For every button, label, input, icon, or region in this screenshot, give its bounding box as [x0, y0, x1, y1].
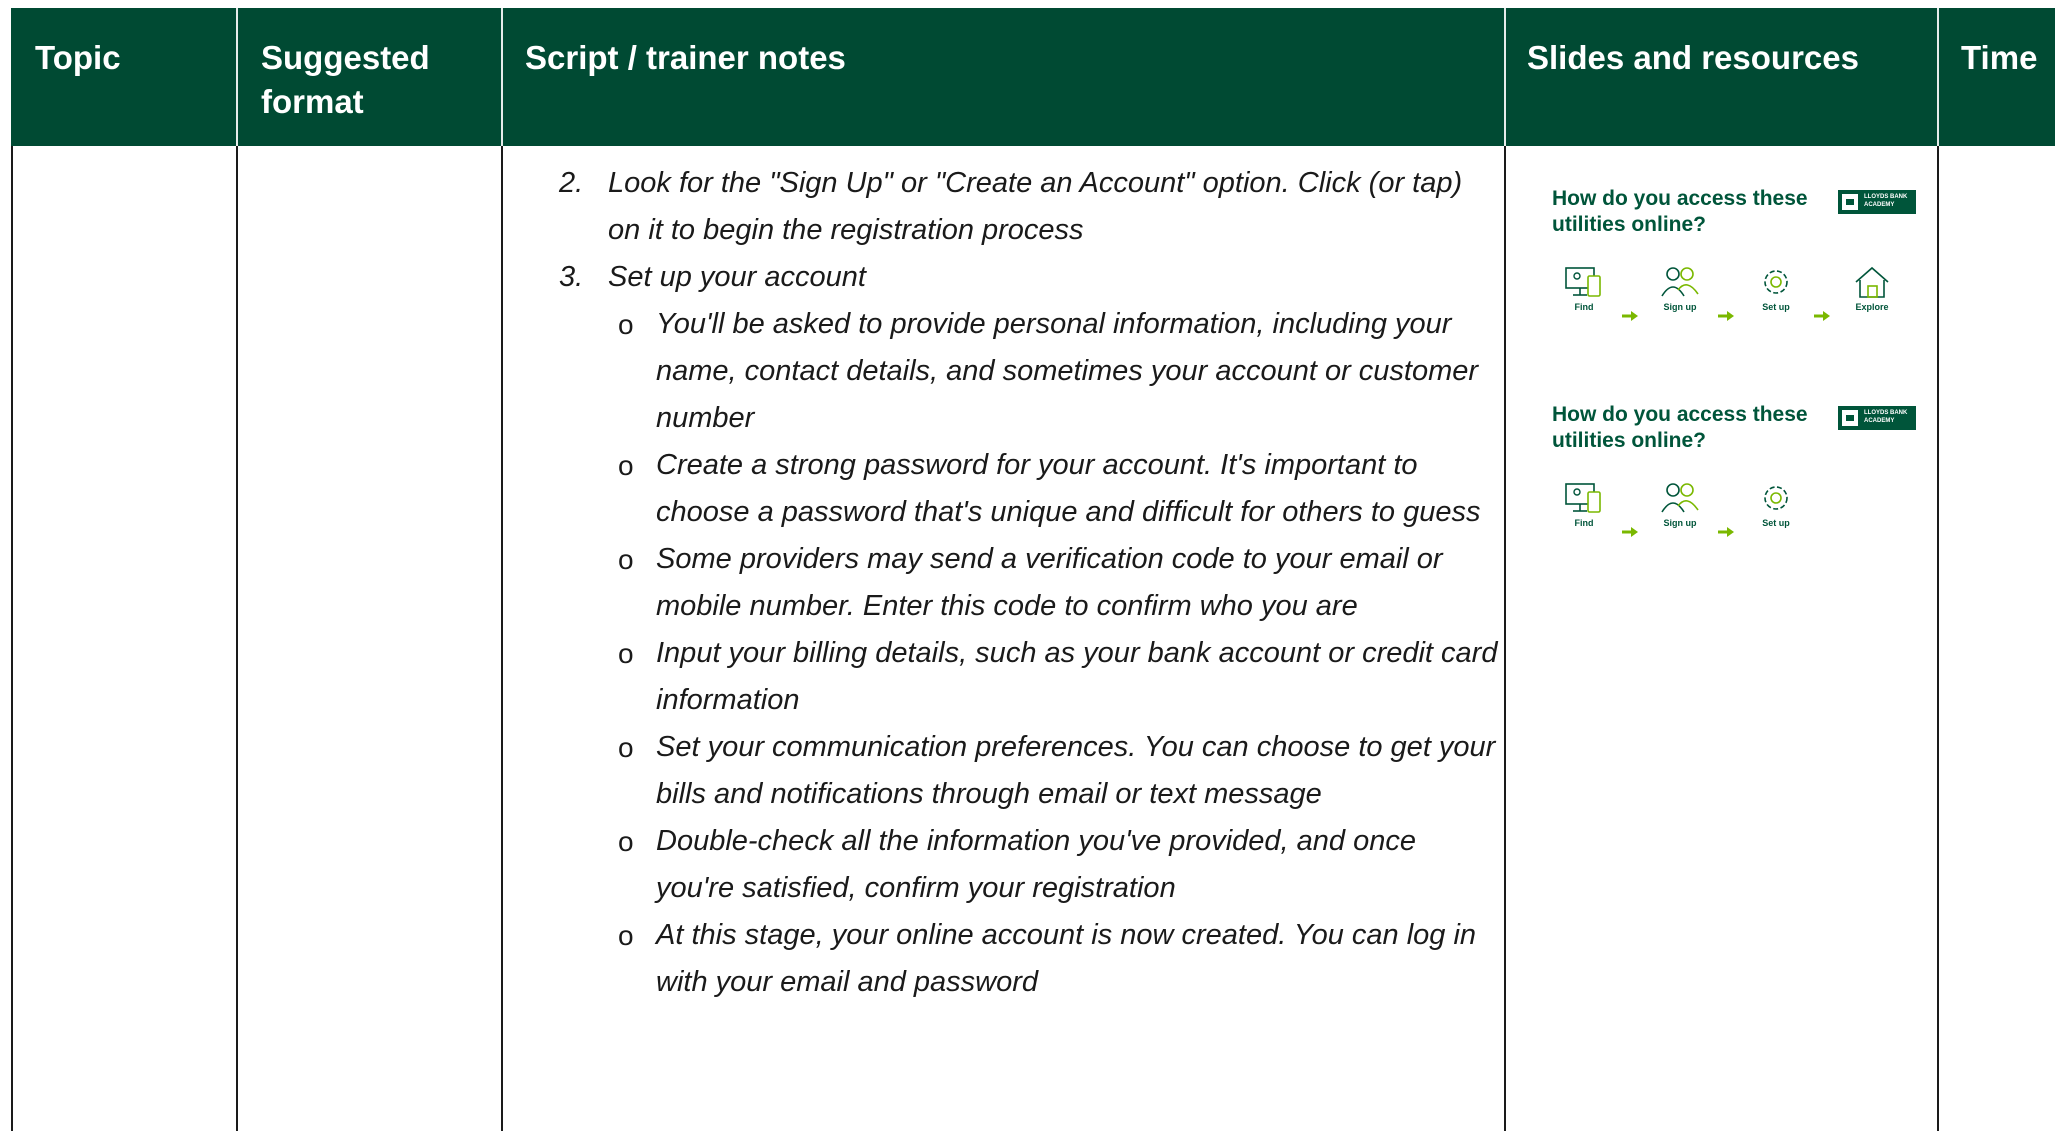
header-divider	[501, 8, 503, 146]
step-label: Find	[1574, 302, 1594, 312]
step-text: Look for the "Sign Up" or "Create an Acc…	[608, 167, 1463, 246]
sub-list: o You'll be asked to provide personal inf…	[608, 301, 1499, 1006]
list-item-text: Set your communication preferences. You …	[656, 731, 1496, 810]
header-slides-resources: Slides and resources	[1527, 39, 1859, 76]
slide-title: How do you access these utilities online…	[1552, 187, 1808, 236]
numbered-step: 3. Set up your account	[559, 254, 1499, 301]
list-item-text: Some providers may send a verification c…	[656, 543, 1443, 622]
step-number: 3.	[559, 261, 584, 293]
process-step: Sign up	[1652, 264, 1708, 312]
arrow-right-icon	[1622, 308, 1638, 321]
column-divider	[1504, 146, 1506, 1131]
list-item-text: You'll be asked to provide personal info…	[656, 308, 1479, 434]
bullet-marker: o	[618, 920, 634, 951]
list-item-text: Input your billing details, such as your…	[656, 637, 1498, 716]
gear-icon	[1748, 480, 1804, 516]
lloyds-bank-logo: LLOYDS BANK ACADEMY	[1838, 406, 1916, 430]
list-item: o Some providers may send a verification …	[608, 536, 1499, 630]
trainer-notes: 2. Look for the "Sign Up" or "Create an A…	[559, 160, 1499, 1006]
header-script-notes: Script / trainer notes	[525, 39, 846, 76]
slide-thumbnail: How do you access these utilities online…	[1552, 186, 1916, 326]
header-divider	[1937, 8, 1939, 146]
horse-logo-icon	[1842, 410, 1858, 426]
process-steps: Find Sign up Set up	[1556, 480, 1916, 542]
list-item: o At this stage, your online account is n…	[608, 912, 1499, 1006]
process-step: Set up	[1748, 264, 1804, 312]
horse-logo-icon	[1842, 194, 1858, 210]
list-item: o Double-check all the information you've…	[608, 818, 1499, 912]
column-divider	[501, 146, 503, 1131]
arrow-right-icon	[1622, 524, 1638, 537]
bullet-marker: o	[618, 309, 634, 340]
column-divider	[1937, 146, 1939, 1131]
house-icon	[1844, 264, 1900, 300]
list-item: o Create a strong password for your accou…	[608, 442, 1499, 536]
header-topic: Topic	[35, 39, 121, 76]
slide-title: How do you access these utilities online…	[1552, 403, 1808, 452]
lloyds-bank-logo: LLOYDS BANK ACADEMY	[1838, 190, 1916, 214]
list-item-text: Create a strong password for your accoun…	[656, 449, 1481, 528]
list-item: o Input your billing details, such as you…	[608, 630, 1499, 724]
bullet-marker: o	[618, 450, 634, 481]
bullet-marker: o	[618, 826, 634, 857]
slide-thumbnail: How do you access these utilities online…	[1552, 402, 1916, 542]
list-item: o You'll be asked to provide personal inf…	[608, 301, 1499, 442]
arrow-right-icon	[1814, 308, 1830, 321]
column-divider	[236, 146, 238, 1131]
device-icon	[1556, 480, 1612, 516]
step-number: 2.	[559, 167, 584, 199]
step-label: Explore	[1855, 302, 1889, 312]
step-label: Set up	[1762, 302, 1790, 312]
gear-icon	[1748, 264, 1804, 300]
process-step: Explore	[1844, 264, 1900, 312]
device-icon	[1556, 264, 1612, 300]
table-border-left	[11, 146, 13, 1131]
logo-text: LLOYDS BANK ACADEMY	[1864, 194, 1908, 208]
list-item-text: Double-check all the information you've …	[656, 825, 1416, 904]
header-divider	[236, 8, 238, 146]
process-step: Find	[1556, 480, 1612, 528]
arrow-right-icon	[1718, 308, 1734, 321]
people-icon	[1652, 480, 1708, 516]
process-step: Find	[1556, 264, 1612, 312]
people-icon	[1652, 264, 1708, 300]
arrow-right-icon	[1718, 524, 1734, 537]
step-label: Set up	[1762, 518, 1790, 528]
bullet-marker: o	[618, 638, 634, 669]
process-steps: Find Sign up Set up Explore	[1556, 264, 1916, 326]
bullet-marker: o	[618, 732, 634, 763]
step-text: Set up your account	[608, 261, 866, 293]
numbered-step: 2. Look for the "Sign Up" or "Create an A…	[559, 160, 1499, 254]
header-suggested-format: Suggested format	[261, 39, 430, 120]
table-header: Topic Suggested format Script / trainer …	[11, 8, 2055, 146]
process-step: Sign up	[1652, 480, 1708, 528]
list-item-text: At this stage, your online account is no…	[656, 919, 1477, 998]
bullet-marker: o	[618, 544, 634, 575]
step-label: Sign up	[1663, 302, 1697, 312]
header-time: Time	[1961, 39, 2038, 76]
process-step: Set up	[1748, 480, 1804, 528]
step-label: Sign up	[1663, 518, 1697, 528]
logo-text: LLOYDS BANK ACADEMY	[1864, 410, 1908, 424]
step-label: Find	[1574, 518, 1594, 528]
header-divider	[1504, 8, 1506, 146]
list-item: o Set your communication preferences. You…	[608, 724, 1499, 818]
